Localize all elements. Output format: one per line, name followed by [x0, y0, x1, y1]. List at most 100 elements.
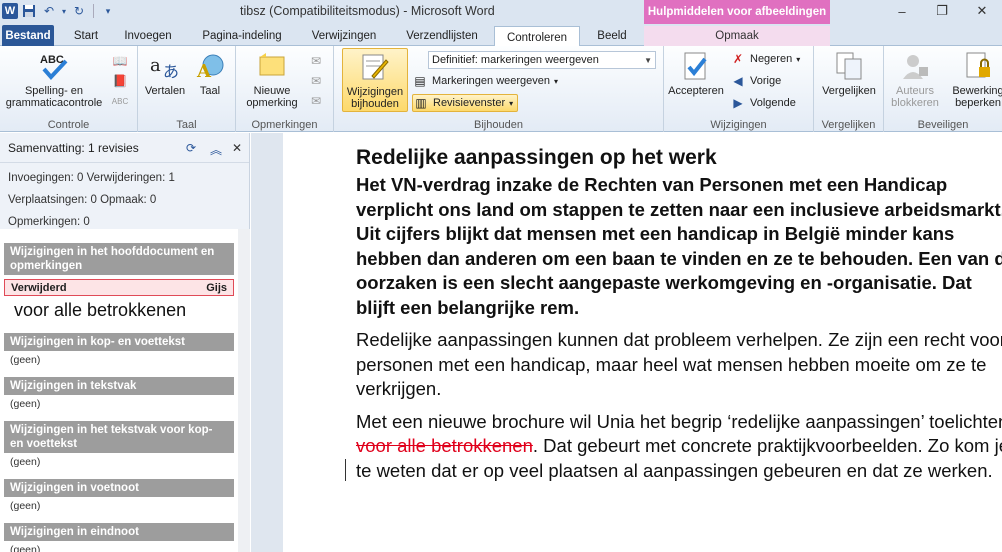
- previous-comment-button[interactable]: ✉: [308, 72, 324, 90]
- word-count-button[interactable]: ABC: [112, 92, 128, 110]
- section-value: (geen): [10, 544, 41, 552]
- document-body[interactable]: Redelijke aanpassingen op het werk Het V…: [356, 145, 1002, 491]
- document-page[interactable]: Redelijke aanpassingen op het werk Het V…: [283, 133, 1002, 552]
- svg-text:あ: あ: [163, 62, 179, 81]
- reject-label: Negeren: [750, 53, 793, 65]
- undo-icon[interactable]: ↶: [40, 2, 58, 20]
- minimize-icon[interactable]: –: [882, 0, 922, 22]
- reviewing-pane-dropdown-icon: ▾: [509, 98, 514, 108]
- window-title: tibsz (Compatibiliteitsmodus) - Microsof…: [240, 4, 495, 18]
- section-header-footer: Wijzigingen in kop- en voettekst: [4, 333, 234, 351]
- reviewing-pane-title: Samenvatting: 1 revisies: [8, 140, 139, 155]
- block-authors-label: Auteurs blokkeren: [891, 85, 939, 109]
- section-value: (geen): [10, 456, 41, 468]
- block-authors-icon: [899, 50, 931, 82]
- context-tab-title: Hulpmiddelen voor afbeeldingen: [644, 0, 830, 24]
- compare-icon: [833, 50, 865, 82]
- next-change-button[interactable]: ▶ Volgende: [730, 94, 796, 112]
- revision-summary: Invoegingen: 0 Verwijderingen: 1 Verplaa…: [0, 163, 249, 229]
- document-heading: Redelijke aanpassingen op het werk: [356, 146, 717, 169]
- new-comment-label: Nieuwe opmerking: [246, 85, 298, 109]
- block-authors-button[interactable]: Auteurs blokkeren: [886, 50, 944, 109]
- group-label-compare: Vergelijken: [821, 119, 876, 131]
- tab-review[interactable]: Controleren: [494, 26, 580, 48]
- reviewing-pane-button[interactable]: ▥ Revisievenster ▾: [412, 94, 519, 112]
- section-footnote: Wijzigingen in voetnoot: [4, 479, 234, 497]
- save-icon[interactable]: [20, 2, 38, 20]
- section-value: (geen): [10, 354, 41, 366]
- word-logo-icon: W: [2, 3, 18, 19]
- restore-icon[interactable]: ❐: [922, 0, 962, 22]
- accept-button[interactable]: Accepteren: [666, 50, 726, 97]
- pane-close-icon[interactable]: ✕: [232, 141, 242, 155]
- pane-scrollbar[interactable]: [238, 229, 250, 552]
- reviewing-pane-label: Revisievenster: [433, 97, 506, 109]
- change-bar: [345, 459, 346, 481]
- reject-button[interactable]: ✗ Negeren ▾: [730, 50, 800, 68]
- revision-list: Wijzigingen in het hoofddocument en opme…: [0, 229, 238, 552]
- reject-dropdown-icon: ▾: [796, 54, 801, 64]
- group-tracking: Wijzigingen bijhouden Definitief: marker…: [334, 46, 664, 132]
- paragraph-with-revision: Met een nieuwe brochure wil Unia het beg…: [356, 410, 1002, 484]
- thesaurus-button[interactable]: 📕: [112, 72, 128, 90]
- svg-text:A: A: [196, 61, 212, 81]
- group-compare: Vergelijken Vergelijken: [814, 46, 884, 132]
- customize-qat-icon[interactable]: ▾: [99, 2, 117, 20]
- tab-references[interactable]: Verwijzingen: [302, 26, 386, 46]
- tab-file[interactable]: Bestand: [2, 25, 54, 46]
- track-changes-icon: [359, 51, 391, 83]
- markup-display-combo[interactable]: Definitief: markeringen weergeven ▼: [428, 51, 656, 69]
- spelling-grammar-button[interactable]: ABC Spelling- en grammaticacontrole: [4, 50, 104, 109]
- show-markup-label: Markeringen weergeven: [432, 75, 551, 87]
- previous-change-button[interactable]: ◀ Vorige: [730, 72, 781, 90]
- collapse-icon[interactable]: ︽: [210, 141, 222, 158]
- tab-view[interactable]: Beeld: [588, 26, 636, 46]
- accept-icon: [680, 50, 712, 82]
- reviewing-pane: Samenvatting: 1 revisies ⟳ ︽ ✕ Invoeging…: [0, 133, 250, 552]
- tab-insert[interactable]: Invoegen: [116, 26, 180, 46]
- language-button[interactable]: A Taal: [190, 50, 230, 97]
- revision-item[interactable]: Verwijderd Gijs: [4, 279, 234, 296]
- undo-dropdown-icon[interactable]: ▾: [60, 2, 68, 20]
- delete-comment-icon: ✉: [310, 54, 322, 68]
- refresh-icon[interactable]: ⟳: [186, 141, 196, 155]
- group-protect: Auteurs blokkeren Bewerking beperken Bev…: [884, 46, 1002, 132]
- group-changes: Accepteren ✗ Negeren ▾ ◀ Vorige ▶ Volgen…: [664, 46, 814, 132]
- text-before-deletion: Met een nieuwe brochure wil Unia het beg…: [356, 410, 1002, 432]
- tab-home[interactable]: Start: [64, 26, 108, 46]
- qat-separator: [93, 4, 94, 18]
- tab-mailings[interactable]: Verzendlijsten: [398, 26, 486, 46]
- restrict-editing-label: Bewerking beperken: [952, 85, 1002, 109]
- new-comment-icon: [256, 50, 288, 82]
- redo-icon[interactable]: ↻: [70, 2, 88, 20]
- group-proofing: ABC Spelling- en grammaticacontrole 📖 📕 …: [0, 46, 138, 132]
- language-label: Taal: [199, 85, 221, 97]
- group-label-language: Taal: [176, 119, 197, 131]
- section-value: (geen): [10, 500, 41, 512]
- delete-comment-button[interactable]: ✉: [308, 52, 324, 70]
- show-markup-button[interactable]: ▤ Markeringen weergeven ▾: [412, 72, 558, 90]
- previous-comment-icon: ✉: [310, 74, 322, 88]
- spelling-grammar-label: Spelling- en grammaticacontrole: [5, 85, 103, 109]
- tab-page-layout[interactable]: Pagina-indeling: [194, 26, 290, 46]
- tab-format[interactable]: Opmaak: [644, 26, 830, 46]
- next-change-label: Volgende: [750, 97, 796, 109]
- group-label-changes: Wijzigingen: [710, 119, 767, 131]
- new-comment-button[interactable]: Nieuwe opmerking: [240, 50, 304, 109]
- section-value: (geen): [10, 398, 41, 410]
- translate-button[interactable]: aあ Vertalen: [142, 50, 188, 97]
- group-comments: Nieuwe opmerking ✉ ✉ ✉ Opmerkingen: [236, 46, 334, 132]
- restrict-editing-button[interactable]: Bewerking beperken: [948, 50, 1002, 109]
- summary-line: Invoegingen: 0 Verwijderingen: 1: [8, 172, 175, 184]
- word-count-icon: ABC: [111, 96, 129, 106]
- section-header-textbox: Wijzigingen in het tekstvak voor kop- en…: [4, 421, 234, 453]
- close-icon[interactable]: ✕: [962, 0, 1002, 22]
- previous-change-icon: ◀: [733, 74, 743, 88]
- language-icon: A: [194, 50, 226, 82]
- research-button[interactable]: 📖: [112, 52, 128, 70]
- translate-icon: aあ: [149, 50, 181, 82]
- next-comment-button[interactable]: ✉: [308, 92, 324, 110]
- combo-dropdown-icon: ▼: [644, 55, 652, 65]
- track-changes-button[interactable]: Wijzigingen bijhouden: [342, 48, 408, 112]
- compare-button[interactable]: Vergelijken: [816, 50, 882, 97]
